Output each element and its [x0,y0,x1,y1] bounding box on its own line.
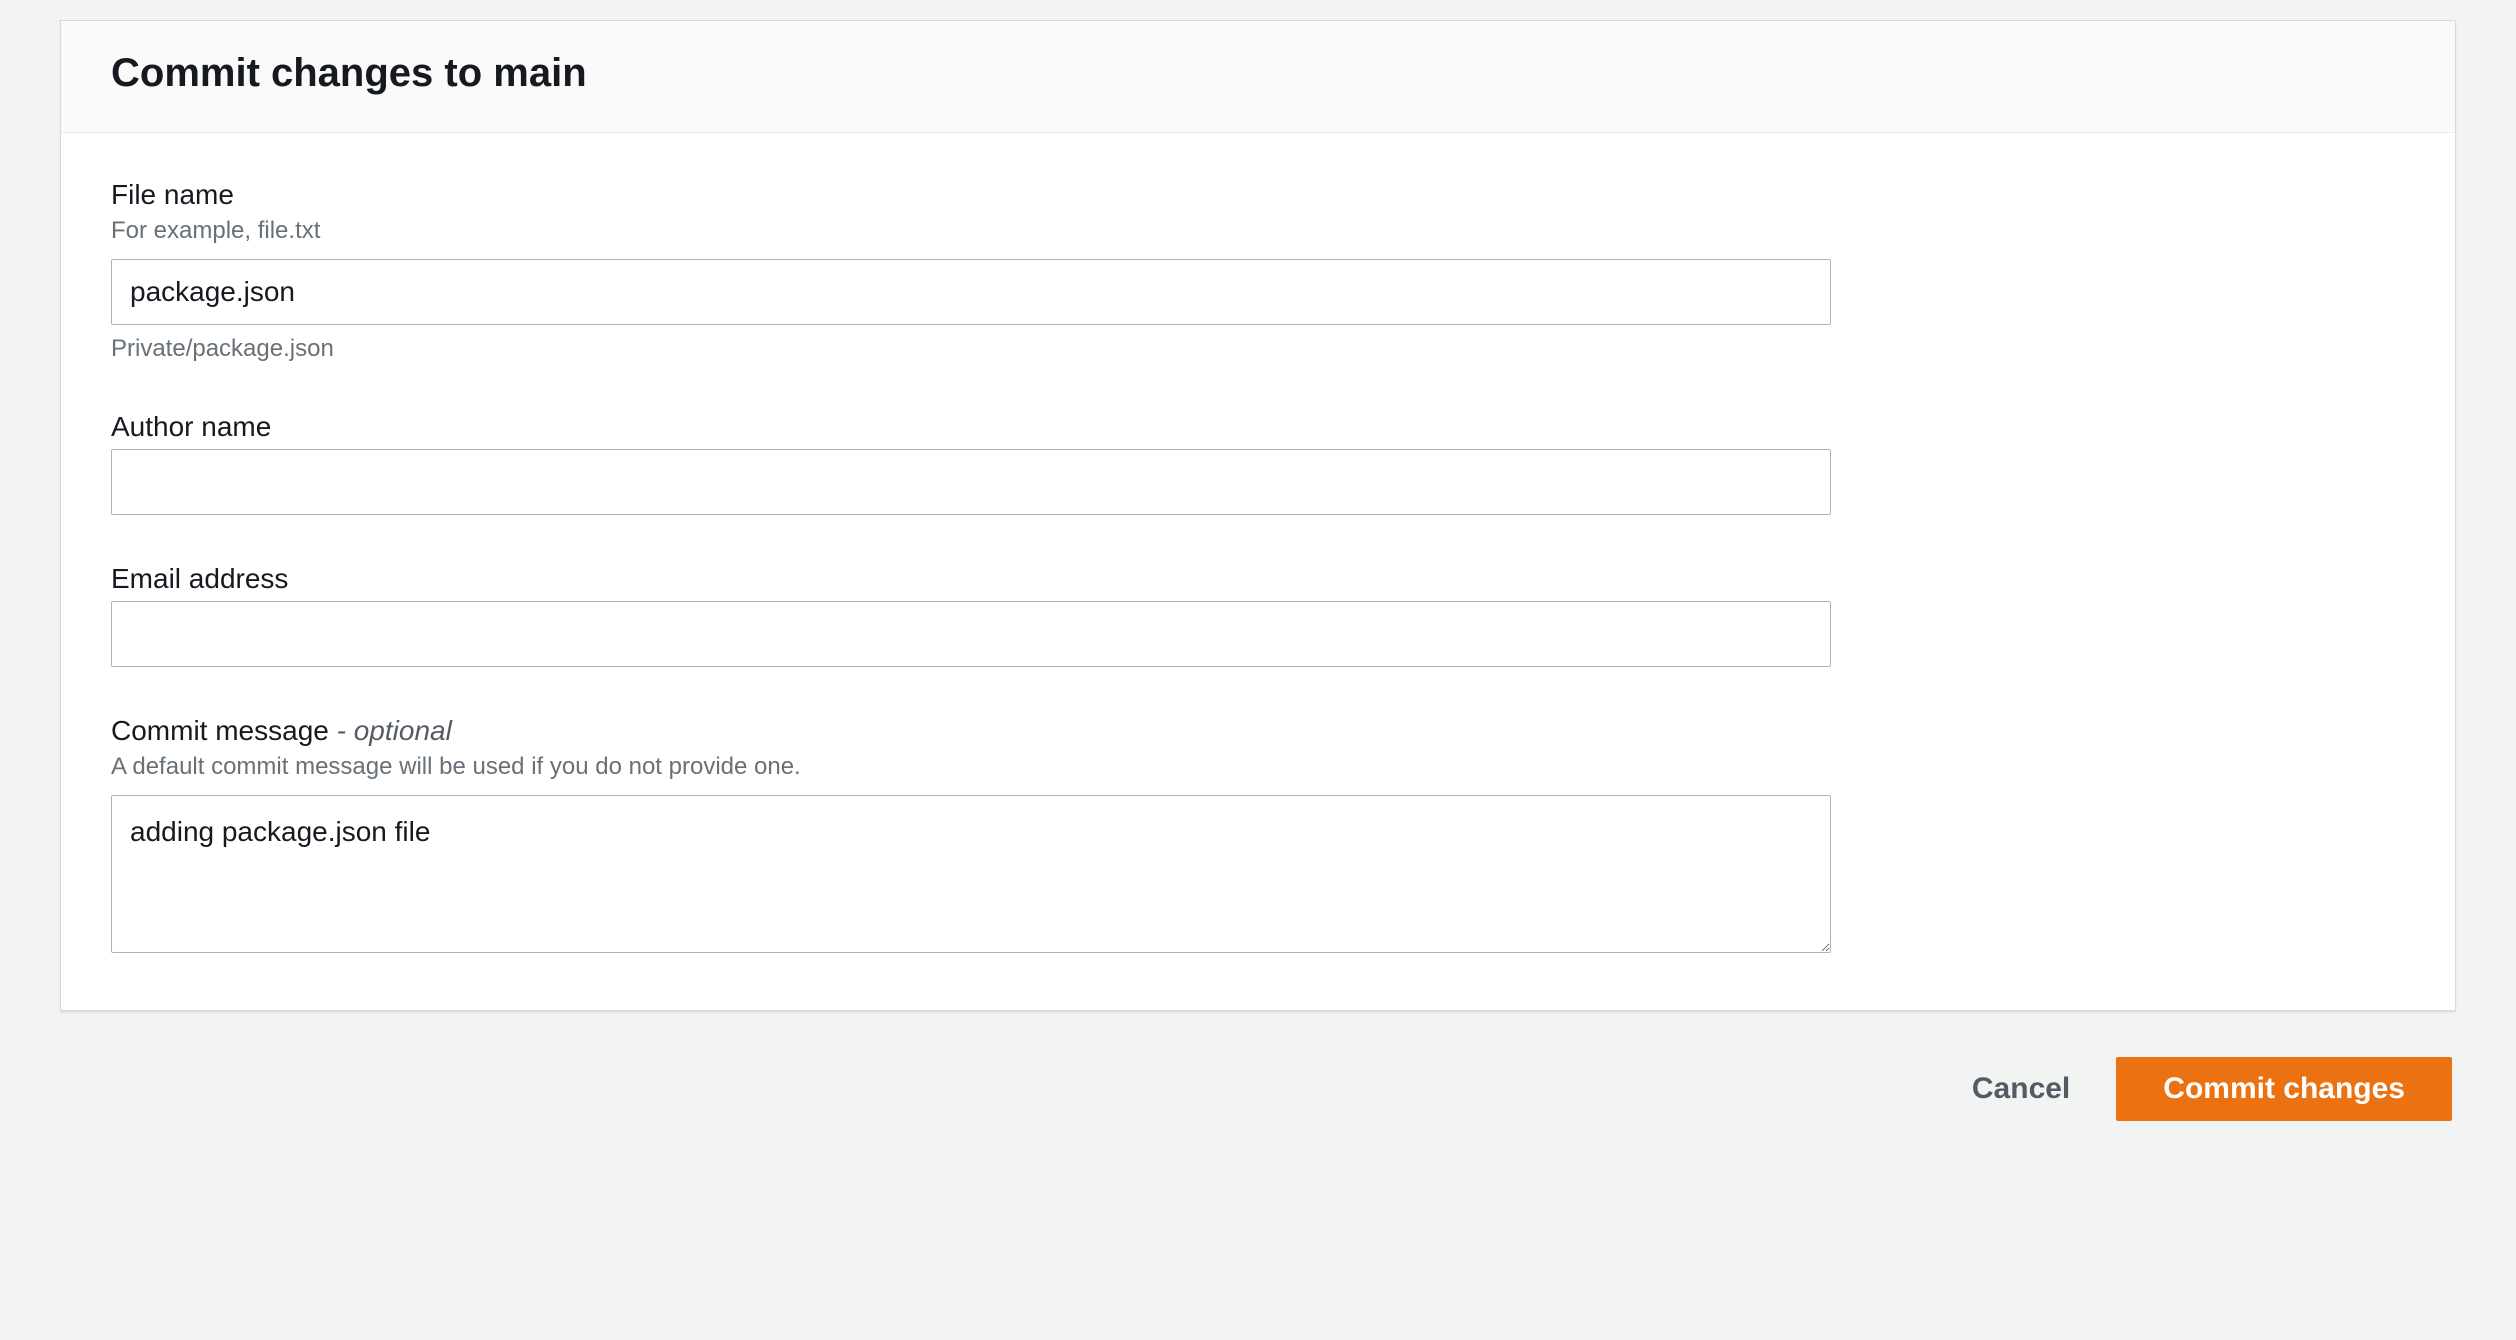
author-name-input[interactable] [111,449,1831,515]
commit-message-group: Commit message - optional A default comm… [111,715,2405,958]
file-name-hint: For example, file.txt [111,217,2405,245]
panel-body: File name For example, file.txt Private/… [61,133,2455,1010]
commit-message-hint: A default commit message will be used if… [111,753,2405,781]
commit-message-optional: - optional [329,715,452,746]
email-label: Email address [111,563,2405,595]
author-name-group: Author name [111,411,2405,515]
commit-message-input[interactable] [111,795,1831,953]
file-name-input[interactable] [111,259,1831,325]
commit-message-label-text: Commit message [111,715,329,746]
commit-message-label: Commit message - optional [111,715,2405,747]
file-name-path: Private/package.json [111,335,2405,363]
file-name-group: File name For example, file.txt Private/… [111,179,2405,363]
action-bar: Cancel Commit changes [60,1057,2456,1121]
commit-panel: Commit changes to main File name For exa… [60,20,2456,1011]
email-input[interactable] [111,601,1831,667]
file-name-label: File name [111,179,2405,211]
panel-title: Commit changes to main [111,51,2405,96]
panel-header: Commit changes to main [61,21,2455,133]
email-group: Email address [111,563,2405,667]
author-name-label: Author name [111,411,2405,443]
cancel-button[interactable]: Cancel [1962,1060,2080,1118]
commit-changes-button[interactable]: Commit changes [2116,1057,2452,1121]
